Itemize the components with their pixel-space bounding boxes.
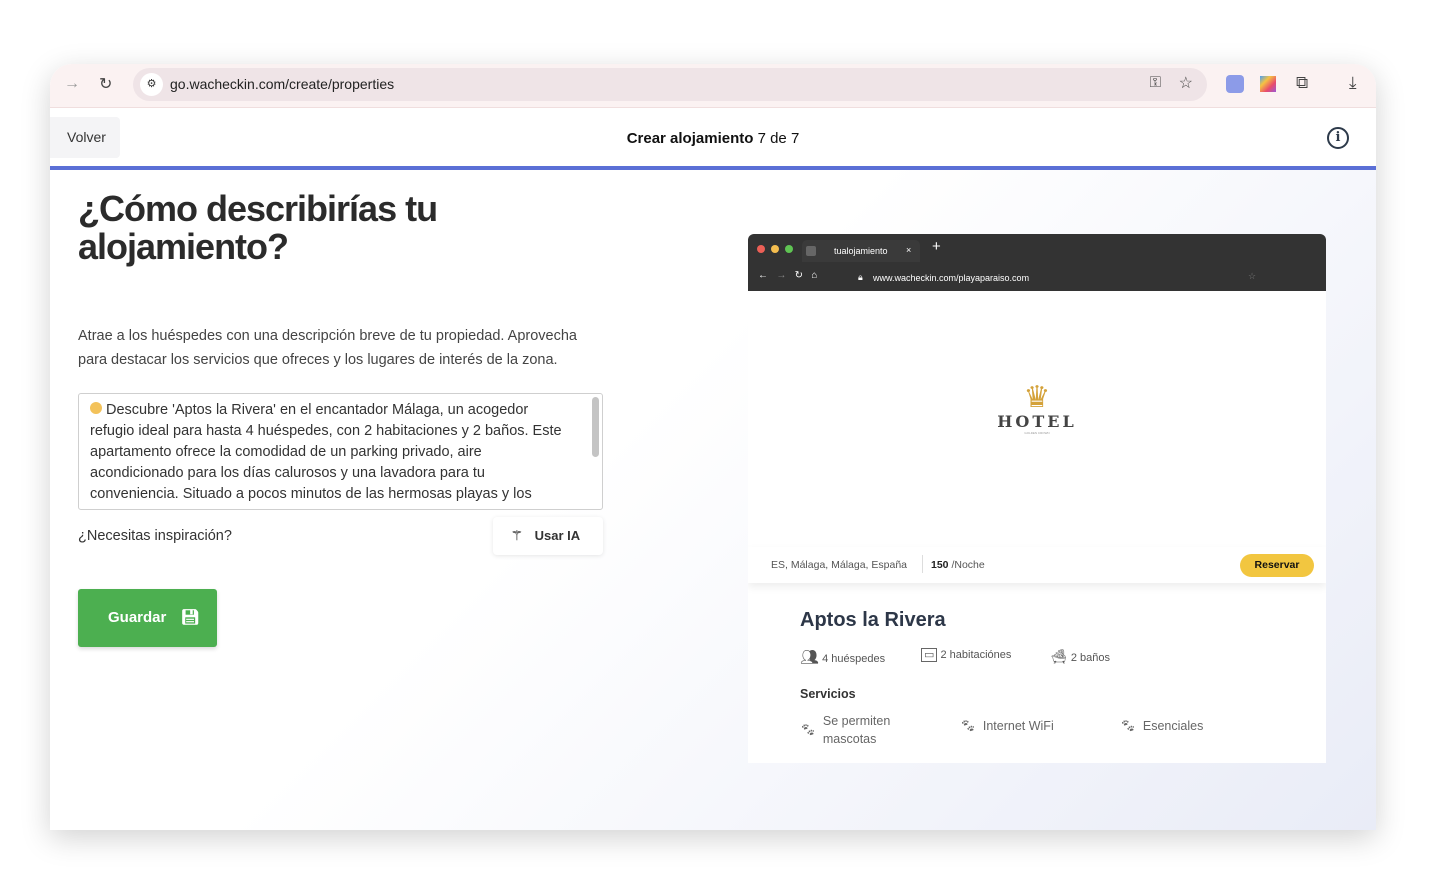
book-button[interactable]: Reservar (1240, 554, 1314, 577)
rooms-feature: ▭ 2 habitaciónes (921, 648, 1011, 662)
service-item: 🐾︎ Esenciales (1120, 719, 1204, 733)
question-heading: ¿Cómo describirías tu alojamiento? (78, 188, 438, 267)
subtitle: Atrae a los huéspedes con una descripció… (78, 328, 577, 368)
services-title: Servicios (800, 687, 856, 701)
reload-icon[interactable]: ↻ (99, 74, 112, 94)
use-ai-button[interactable]: ⚚ Usar IA (493, 517, 603, 555)
page-title: Crear alojamiento 7 de 7 (50, 130, 1376, 147)
preview-url: www.wacheckin.com/playaparaiso.com (873, 273, 1030, 283)
color-extension-icon[interactable] (1260, 76, 1276, 92)
ai-label: Usar IA (534, 528, 581, 543)
baths-feature: 🛁︎ 2 baños (1050, 648, 1110, 664)
title-text: Crear alojamiento (626, 130, 754, 147)
step-counter: 7 de 7 (757, 130, 800, 147)
save-label: Guardar (108, 609, 167, 626)
users-icon: 👥︎ (800, 649, 820, 666)
hotel-logo: ♛ HOTEL GOLDEN CROWN (997, 381, 1077, 436)
extension-icon[interactable] (1226, 75, 1244, 93)
price: 150 (931, 559, 949, 571)
location-text: ES, Málaga, Málaga, España (771, 559, 907, 571)
forward-icon[interactable]: → (64, 75, 80, 93)
lock-icon: 🔒︎ (858, 272, 863, 282)
save-button[interactable]: Guardar 💾︎ (78, 589, 217, 647)
bed-icon: ▭ (921, 648, 938, 662)
floppy-icon: 💾︎ (180, 609, 200, 626)
paw-icon: 🐾︎ (800, 723, 816, 737)
price-unit: /Noche (951, 559, 985, 571)
magic-wand-icon: ⚚ (511, 528, 523, 543)
service-item: 🐾︎ Internet WiFi (960, 719, 1054, 733)
scrollbar[interactable] (592, 397, 599, 457)
key-icon[interactable]: ⚿ (1150, 74, 1161, 91)
inspiration-label: ¿Necesitas inspiración? (78, 528, 232, 544)
website-preview: tualojamiento × + ← → ↻ ⌂ 🔒︎ www.wachecki… (748, 234, 1326, 763)
description-text: Descubre 'Aptos la Rivera' en el encanta… (90, 402, 562, 502)
url-text[interactable]: go.wacheckin.com/create/properties (170, 76, 394, 92)
download-icon[interactable]: ⤓ (1349, 73, 1357, 93)
address-bar[interactable]: ⚙ go.wacheckin.com/create/properties ⚿ ☆ (133, 68, 1207, 101)
paw-icon: 🐾︎ (1120, 719, 1136, 733)
paw-icon: 🐾︎ (960, 719, 976, 733)
preview-browser-bar: tualojamiento × + ← → ↻ ⌂ 🔒︎ www.wachecki… (748, 234, 1326, 291)
bathtub-icon: 🛁︎ (1050, 648, 1068, 664)
puzzle-icon[interactable]: ⧉ (1296, 73, 1308, 93)
property-name: Aptos la Rivera (800, 609, 946, 631)
guests-feature: 👥︎ 4 huéspedes (800, 649, 886, 666)
info-icon[interactable]: i (1327, 127, 1349, 149)
description-textarea[interactable]: Descubre 'Aptos la Rivera' en el encanta… (78, 393, 603, 510)
booking-strip: ES, Málaga, Málaga, España 150 /Noche Re… (748, 547, 1326, 583)
browser-window: → ↻ ⚙ go.wacheckin.com/create/properties… (50, 64, 1376, 830)
preview-star-icon: ☆ (1248, 271, 1257, 281)
preview-nav-icons: ← → ↻ ⌂ (758, 270, 818, 281)
preview-tab: tualojamiento × (802, 240, 920, 262)
service-item: 🐾︎ Se permiten mascotas (800, 714, 891, 746)
app-header: Volver Crear alojamiento 7 de 7 i (50, 108, 1376, 170)
browser-toolbar: → ↻ ⚙ go.wacheckin.com/create/properties… (50, 64, 1376, 108)
star-icon[interactable]: ☆ (1179, 73, 1193, 93)
preview-tab-title: tualojamiento (834, 246, 888, 256)
emoji-icon (90, 402, 102, 414)
site-settings-icon[interactable]: ⚙ (140, 73, 163, 96)
